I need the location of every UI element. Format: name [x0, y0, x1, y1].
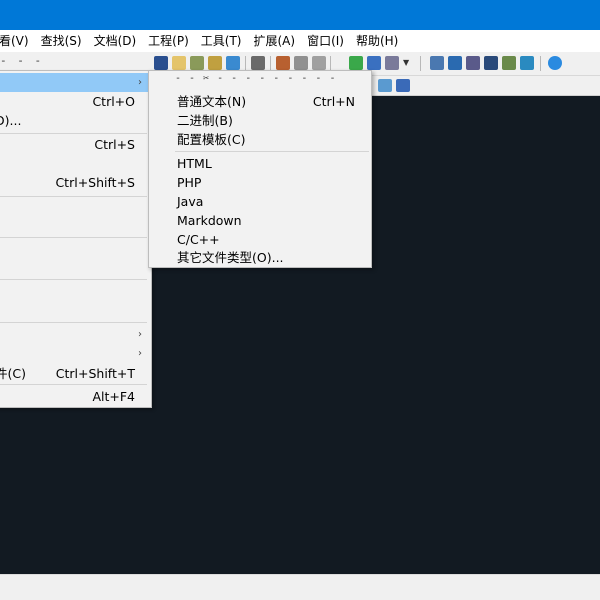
submenu-item-php[interactable]: PHP — [149, 173, 371, 192]
submenu-item-label: Java — [177, 194, 204, 209]
toolbar-separator — [330, 56, 331, 71]
menu-help[interactable]: 帮助(H) — [354, 30, 400, 52]
toolbar-separator — [420, 56, 421, 71]
submenu-item-label: Markdown — [177, 213, 242, 228]
title-bar — [0, 0, 600, 30]
submenu-item-cpp[interactable]: C/C++ — [149, 230, 371, 249]
menu-item-submenu-b[interactable]: › — [0, 344, 151, 363]
menu-item-exit[interactable]: Alt+F4 — [0, 387, 151, 406]
submenu-item-label: C/C++ — [177, 232, 220, 247]
menu-item-shortcut: Ctrl+Shift+T — [55, 366, 135, 381]
toolbar-separator — [540, 56, 541, 71]
document-icon[interactable] — [378, 79, 392, 92]
macro-play-icon[interactable] — [294, 56, 308, 70]
build-icon[interactable] — [251, 56, 265, 70]
menu-item-open[interactable]: Ctrl+O — [0, 92, 151, 111]
submenu-separator — [175, 151, 369, 152]
toolbar-separator — [245, 56, 246, 71]
tree-icon[interactable] — [226, 56, 240, 70]
menu-separator — [0, 133, 147, 134]
find-in-files-icon[interactable] — [208, 56, 222, 70]
menu-view[interactable]: 看(V) — [0, 30, 31, 52]
submenu-item-binary[interactable]: 二进制(B) — [149, 111, 371, 130]
submenu-item-label: 配置模板(C) — [177, 132, 246, 147]
menu-extensions[interactable]: 扩展(A) — [251, 30, 297, 52]
submenu-item-label: PHP — [177, 175, 202, 190]
browser-icon[interactable] — [367, 56, 381, 70]
menu-separator — [0, 279, 147, 280]
submenu-item-html[interactable]: HTML — [149, 154, 371, 173]
split-icon[interactable] — [448, 56, 462, 70]
find-icon[interactable] — [154, 56, 168, 70]
ie-icon[interactable] — [520, 56, 534, 70]
submenu-item-label: 二进制(B) — [177, 113, 233, 128]
menu-separator — [0, 322, 147, 323]
submenu-item-label: 普通文本(N) — [177, 94, 247, 109]
submenu-item-shortcut: Ctrl+N — [312, 94, 355, 109]
macro-repeat-icon[interactable] — [312, 56, 326, 70]
new-submenu: - - ✂ - - - - - - - - - 普通文本(N) Ctrl+N 二… — [148, 70, 372, 268]
chevron-down-icon[interactable]: ▼ — [403, 56, 411, 70]
menu-item-shortcut: Ctrl+S — [94, 137, 135, 152]
menu-tools[interactable]: 工具(T) — [199, 30, 244, 52]
secondary-toolbar — [372, 76, 600, 96]
chevron-right-icon: › — [138, 77, 142, 88]
chevron-right-icon: › — [138, 329, 142, 340]
menu-item-shortcut: Ctrl+O — [92, 94, 135, 109]
submenu-item-markdown[interactable]: Markdown — [149, 211, 371, 230]
edit-icon[interactable] — [172, 56, 186, 70]
menu-item-shortcut: Ctrl+Shift+S — [55, 175, 135, 190]
submenu-tearoff[interactable]: - - ✂ - - - - - - - - - — [175, 73, 336, 84]
menu-item-label: 件(C) — [0, 366, 26, 381]
submenu-item-plain-text[interactable]: 普通文本(N) Ctrl+N — [149, 92, 371, 111]
menu-item-open-dialog[interactable]: D)... — [0, 111, 151, 130]
compare-icon[interactable] — [466, 56, 480, 70]
menu-window[interactable]: 窗口(I) — [305, 30, 346, 52]
help-icon[interactable] — [548, 56, 562, 70]
menu-separator — [0, 237, 147, 238]
menu-item-save-all[interactable]: Ctrl+Shift+S — [0, 173, 151, 192]
window-icon[interactable] — [430, 56, 444, 70]
html-icon[interactable] — [396, 79, 410, 92]
menu-separator — [0, 384, 147, 385]
chevron-right-icon: › — [138, 348, 142, 359]
menu-item-close-file[interactable]: 件(C) Ctrl+Shift+T — [0, 364, 151, 383]
menu-document[interactable]: 文档(D) — [92, 30, 139, 52]
submenu-item-label: 其它文件类型(O)... — [177, 250, 284, 265]
tools-icon[interactable] — [385, 56, 399, 70]
status-bar — [0, 574, 600, 600]
submenu-item-other-types[interactable]: 其它文件类型(O)... — [149, 248, 371, 267]
submenu-item-config-template[interactable]: 配置模板(C) — [149, 130, 371, 149]
menu-project[interactable]: 工程(P) — [146, 30, 191, 52]
submenu-item-label: HTML — [177, 156, 212, 171]
menu-bar: 看(V) 查找(S) 文档(D) 工程(P) 工具(T) 扩展(A) 窗口(I)… — [0, 30, 600, 52]
menu-item-submenu-a[interactable]: › — [0, 325, 151, 344]
submenu-item-java[interactable]: Java — [149, 192, 371, 211]
file-menu: › Ctrl+O D)... Ctrl+S Ctrl+Shift+S › › 件… — [0, 70, 152, 408]
menu-search[interactable]: 查找(S) — [39, 30, 84, 52]
menu-item-label: D)... — [0, 113, 22, 128]
macro-record-icon[interactable] — [276, 56, 290, 70]
menu-item-save[interactable]: Ctrl+S — [0, 135, 151, 154]
spellcheck-icon[interactable] — [190, 56, 204, 70]
toolbar-separator — [270, 56, 271, 71]
menu-item-shortcut: Alt+F4 — [92, 389, 135, 404]
upload-icon[interactable] — [349, 56, 363, 70]
menu-item-new[interactable]: › — [0, 73, 151, 92]
toolbar-tearoff[interactable]: - - - — [0, 54, 43, 67]
menu-separator — [0, 196, 147, 197]
output-icon[interactable] — [484, 56, 498, 70]
list-icon[interactable] — [502, 56, 516, 70]
